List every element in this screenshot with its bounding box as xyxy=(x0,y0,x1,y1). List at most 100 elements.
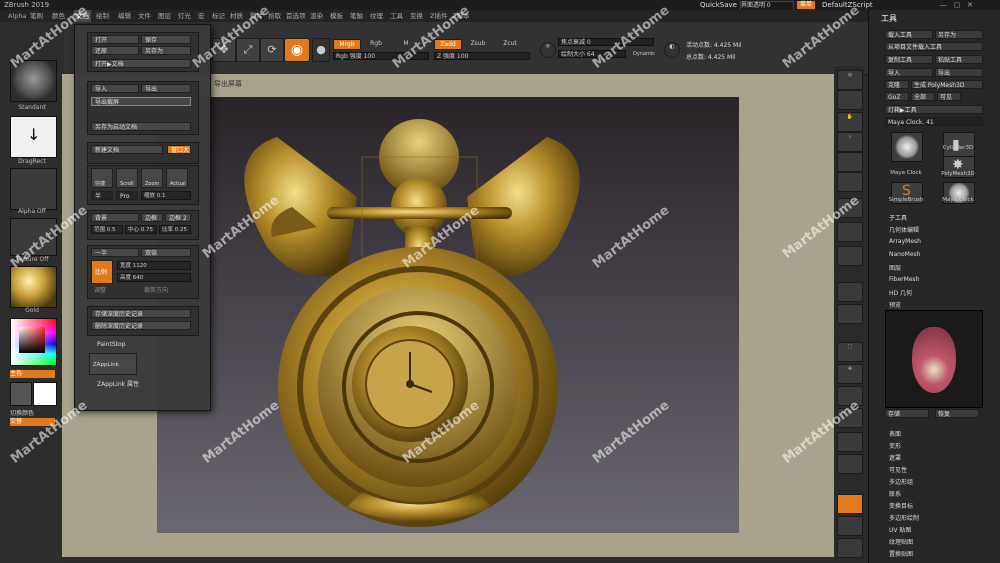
menu-item[interactable]: 首选项 xyxy=(286,10,306,22)
rate-slider[interactable]: 比率 0.25 xyxy=(159,225,191,234)
half-size-button[interactable]: 一半 xyxy=(91,248,139,257)
scale-button[interactable] xyxy=(837,386,863,406)
back-button[interactable]: 背景 xyxy=(91,213,139,222)
export-button[interactable]: 导出 xyxy=(935,68,983,77)
alpha-thumbnail[interactable] xyxy=(10,168,57,210)
section-displacement-map[interactable]: 置换贴图 xyxy=(889,549,913,558)
section-contact[interactable]: 联系 xyxy=(889,489,901,498)
draw-mode-button[interactable]: ◉ xyxy=(284,38,310,62)
zadd-button[interactable]: Zadd xyxy=(434,39,462,50)
move-mode-button[interactable]: ✥ xyxy=(212,38,236,62)
section-arraymesh[interactable]: ArrayMesh xyxy=(889,238,921,245)
export-screen-button[interactable]: 导出截屏 xyxy=(91,97,191,106)
transparent-button[interactable] xyxy=(837,494,863,514)
load-tool-button[interactable]: 载入工具 xyxy=(885,30,933,39)
visible-button[interactable]: 可见 xyxy=(937,92,961,101)
xyz-button[interactable] xyxy=(837,304,863,324)
menu-item[interactable]: 模板 xyxy=(330,10,343,22)
copy-tool-button[interactable]: 复制工具 xyxy=(885,55,933,64)
ratio-button[interactable]: 比例 xyxy=(91,260,113,284)
tool-thumb-maya-clock[interactable] xyxy=(891,132,923,162)
section-deformation[interactable]: 变形 xyxy=(889,441,901,450)
section-preview[interactable]: 预览 xyxy=(889,300,901,309)
load-from-project-button[interactable]: 从项目文件载入工具 xyxy=(885,42,983,51)
actual-icon-button[interactable]: Actual xyxy=(166,168,188,188)
menu-item[interactable]: 变换 xyxy=(410,10,423,22)
zoom-icon-button[interactable]: Zoom xyxy=(141,168,163,188)
paste-tool-button[interactable]: 粘贴工具 xyxy=(935,55,983,64)
half-button[interactable]: 半 xyxy=(91,191,113,200)
scroll-icon-button[interactable]: Scroll xyxy=(116,168,138,188)
zcut-button[interactable]: Zcut xyxy=(498,39,522,48)
rotate-button[interactable]: ⟳ xyxy=(837,408,863,428)
menu-item[interactable]: 渲染 xyxy=(310,10,323,22)
pro-button[interactable]: Pro xyxy=(116,191,138,200)
menu-item[interactable]: 文档 xyxy=(74,10,91,22)
revert-button[interactable]: 还原 xyxy=(91,46,139,55)
preview-store-button[interactable]: 存储 xyxy=(885,409,929,418)
resize-button[interactable]: 调整 xyxy=(91,286,139,295)
lightbox-tools-button[interactable]: 灯箱▶工具 xyxy=(885,105,983,114)
menu-item[interactable]: Z插件 xyxy=(430,10,447,22)
menus-button[interactable]: 菜单 xyxy=(797,1,816,9)
section-layers[interactable]: 图层 xyxy=(889,263,901,272)
menu-item[interactable]: 灯光 xyxy=(178,10,191,22)
section-uv-map[interactable]: UV 贴图 xyxy=(889,525,911,534)
double-size-button[interactable]: 双倍 xyxy=(141,248,191,257)
quicksave-button[interactable]: QuickSave xyxy=(700,0,737,10)
goz-button[interactable]: GoZ xyxy=(885,92,909,101)
menu-item[interactable]: 纹理 xyxy=(370,10,383,22)
floor-button[interactable] xyxy=(837,222,863,242)
menu-item[interactable]: 工具 xyxy=(390,10,403,22)
preview-restore-button[interactable]: 恢复 xyxy=(935,409,979,418)
height-slider[interactable]: 高度 640 xyxy=(117,273,191,282)
delete-history-button[interactable]: 删除深度历史记录 xyxy=(91,321,191,330)
scroll-button[interactable]: ✋ xyxy=(837,112,863,132)
scale-mode-button[interactable]: ⤢ xyxy=(236,38,260,62)
focal-shift-slider[interactable]: 焦点衰减 0 xyxy=(558,38,654,46)
width-slider[interactable]: 宽度 1120 xyxy=(117,261,191,270)
frame-button[interactable]: ⛶ xyxy=(837,342,863,362)
new-document-button[interactable]: 新建文档 xyxy=(91,145,163,154)
quick-icon-button[interactable]: 快捷 xyxy=(91,168,113,188)
menu-item[interactable]: 绘制 xyxy=(96,10,109,22)
mrgb-button[interactable]: Mrgb xyxy=(333,39,361,50)
zapplink-button[interactable]: ZAppLink xyxy=(89,353,137,375)
import-button[interactable]: 导入 xyxy=(885,68,933,77)
menu-item[interactable]: 颜色 xyxy=(52,10,65,22)
stroke-thumbnail[interactable]: ↓ xyxy=(10,116,57,158)
material-thumbnail[interactable] xyxy=(10,266,57,308)
all-button[interactable]: 全部 xyxy=(911,92,935,101)
current-tool-slider[interactable]: Maya Clock. 41 xyxy=(885,117,983,126)
center-slider[interactable]: 中心 0.75 xyxy=(125,225,157,234)
zoom-slider[interactable]: 缩放 0.1 xyxy=(141,191,191,200)
menu-item[interactable]: 影片 xyxy=(250,10,263,22)
z-intensity-slider[interactable]: Z 强度 100 xyxy=(434,52,530,60)
brush-thumbnail[interactable] xyxy=(10,60,57,102)
make-polymesh-button[interactable]: 生成 PolyMesh3D xyxy=(911,80,983,89)
menu-item[interactable]: 材质 xyxy=(230,10,243,22)
menu-item[interactable]: 笔触 xyxy=(350,10,363,22)
rgb-intensity-slider[interactable]: Rgb 强度 100 xyxy=(333,52,429,60)
crop-button[interactable]: 裁剪方向 xyxy=(141,286,191,295)
section-polygroups[interactable]: 多边形组 xyxy=(889,477,913,486)
menu-item[interactable]: 笔刷 xyxy=(30,10,43,22)
rgb-button[interactable]: Rgb xyxy=(364,39,388,48)
menu-item[interactable]: 编辑 xyxy=(118,10,131,22)
switch-color-label[interactable]: 切换颜色 xyxy=(10,408,34,417)
menu-item[interactable]: 拾取 xyxy=(268,10,281,22)
save-history-button[interactable]: 存储深度历史记录 xyxy=(91,309,191,318)
menu-item[interactable]: 文件 xyxy=(138,10,151,22)
m-button[interactable]: M xyxy=(398,39,414,48)
lsym-button[interactable] xyxy=(837,282,863,302)
range-slider[interactable]: 范围 0.5 xyxy=(91,225,123,234)
rotate-mode-button[interactable]: ⟳ xyxy=(260,38,284,62)
section-surface[interactable]: 表面 xyxy=(889,429,901,438)
section-fibermesh[interactable]: FiberMesh xyxy=(889,276,919,283)
menu-item[interactable]: Alpha xyxy=(8,10,26,22)
spix-button[interactable] xyxy=(837,90,863,110)
linefill-button[interactable] xyxy=(837,432,863,452)
alternate-button[interactable]: 交替 xyxy=(10,418,55,426)
clone-button[interactable]: 克隆 xyxy=(885,80,909,89)
section-polypaint[interactable]: 多边形绘制 xyxy=(889,513,919,522)
